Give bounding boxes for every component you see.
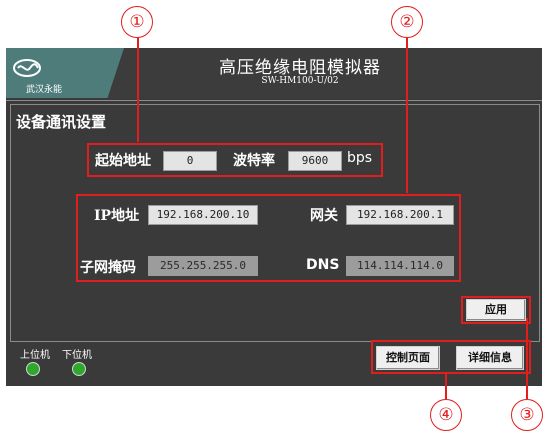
baud-rate-label: 波特率 — [233, 153, 275, 169]
ip-address-field[interactable]: 192.168.200.10 — [148, 205, 258, 225]
dns-field[interactable]: 114.114.114.0 — [346, 256, 454, 276]
lower-computer-status-led — [72, 362, 86, 376]
upper-computer-label: 上位机 — [20, 350, 50, 361]
control-page-button[interactable]: 控制页面 — [376, 346, 440, 370]
start-address-label: 起始地址 — [95, 153, 151, 169]
header-divider — [6, 100, 542, 101]
baud-rate-field[interactable]: 9600 — [288, 151, 342, 171]
dns-label: DNS — [306, 257, 340, 273]
baud-unit-label: bps — [347, 150, 373, 166]
callout-2-leader — [406, 38, 408, 193]
callout-2: ② — [391, 6, 423, 38]
apply-button[interactable]: 应用 — [466, 299, 526, 321]
callout-3-leader — [526, 318, 528, 399]
start-address-field[interactable]: 0 — [163, 151, 217, 171]
gateway-field[interactable]: 192.168.200.1 — [346, 205, 454, 225]
callout-4: ④ — [430, 399, 462, 431]
detail-info-button[interactable]: 详细信息 — [456, 346, 524, 370]
upper-computer-status-led — [26, 362, 40, 376]
ip-address-label: IP地址 — [94, 208, 140, 224]
callout-4-leader — [445, 374, 447, 399]
subnet-mask-field[interactable]: 255.255.255.0 — [148, 256, 258, 276]
app-subtitle: SW-HM100-U/02 — [261, 76, 339, 86]
callout-3: ③ — [511, 399, 543, 431]
callout-1-leader — [137, 38, 139, 142]
section-title: 设备通讯设置 — [16, 113, 107, 131]
gateway-label: 网关 — [310, 208, 338, 224]
app-title: 高压绝缘电阻模拟器 — [219, 58, 381, 78]
subnet-mask-label: 子网掩码 — [80, 260, 136, 276]
logo-text: 武汉永能 — [26, 85, 63, 95]
callout-1: ① — [121, 6, 153, 38]
lower-computer-label: 下位机 — [62, 350, 92, 361]
brand-logo-icon — [13, 59, 41, 77]
